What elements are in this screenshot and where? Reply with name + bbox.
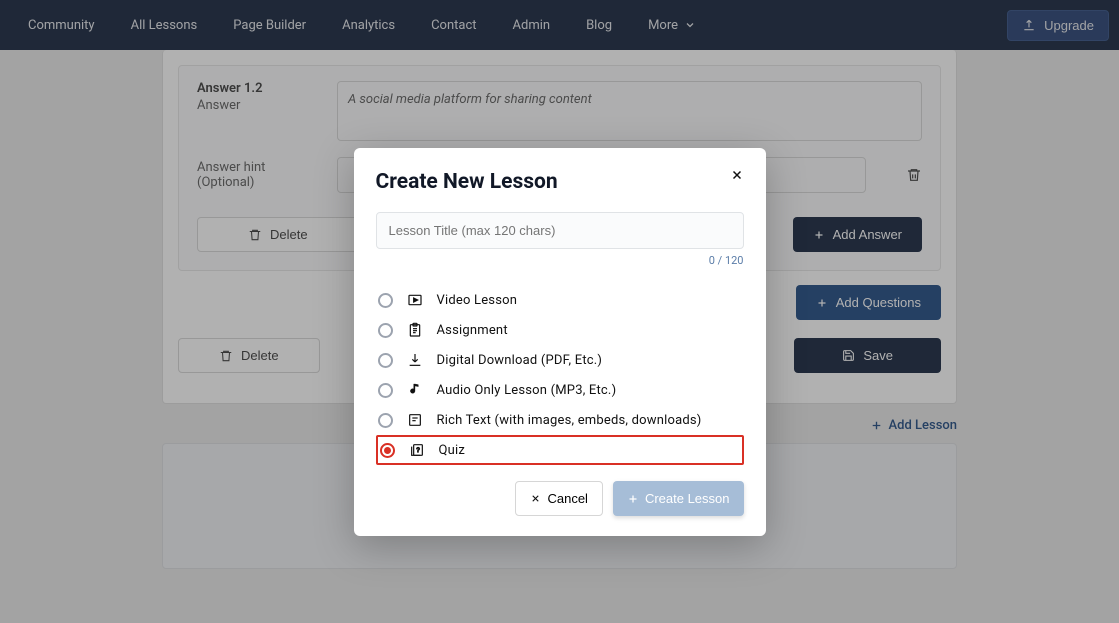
modal-actions: Cancel Create Lesson <box>376 481 744 516</box>
option-video-lesson[interactable]: Video Lesson <box>376 285 744 315</box>
svg-text:?: ? <box>416 448 420 454</box>
download-icon <box>407 352 423 368</box>
lesson-type-options: Video Lesson Assignment Digital Download… <box>376 285 744 465</box>
modal-title: Create New Lesson <box>376 170 744 194</box>
option-assignment[interactable]: Assignment <box>376 315 744 345</box>
option-rich-text[interactable]: Rich Text (with images, embeds, download… <box>376 405 744 435</box>
option-quiz[interactable]: ? Quiz <box>376 435 744 465</box>
music-note-icon <box>407 382 423 398</box>
radio-unchecked <box>378 353 393 368</box>
radio-unchecked <box>378 323 393 338</box>
clipboard-icon <box>407 322 423 338</box>
quiz-icon: ? <box>409 442 425 458</box>
radio-selected <box>380 443 395 458</box>
modal-overlay[interactable]: Create New Lesson 0 / 120 Video Lesson A… <box>0 0 1119 623</box>
option-digital-download[interactable]: Digital Download (PDF, Etc.) <box>376 345 744 375</box>
video-icon <box>407 292 423 308</box>
lesson-title-input[interactable] <box>376 212 744 249</box>
radio-unchecked <box>378 413 393 428</box>
plus-icon <box>627 493 639 505</box>
create-lesson-button[interactable]: Create Lesson <box>613 481 744 516</box>
radio-unchecked <box>378 383 393 398</box>
close-icon <box>730 168 744 182</box>
notes-icon <box>407 412 423 428</box>
modal-close-button[interactable] <box>730 168 744 182</box>
char-count: 0 / 120 <box>376 254 744 267</box>
create-lesson-modal: Create New Lesson 0 / 120 Video Lesson A… <box>354 148 766 536</box>
cancel-button[interactable]: Cancel <box>515 481 602 516</box>
close-icon <box>530 493 541 504</box>
option-audio-lesson[interactable]: Audio Only Lesson (MP3, Etc.) <box>376 375 744 405</box>
radio-unchecked <box>378 293 393 308</box>
